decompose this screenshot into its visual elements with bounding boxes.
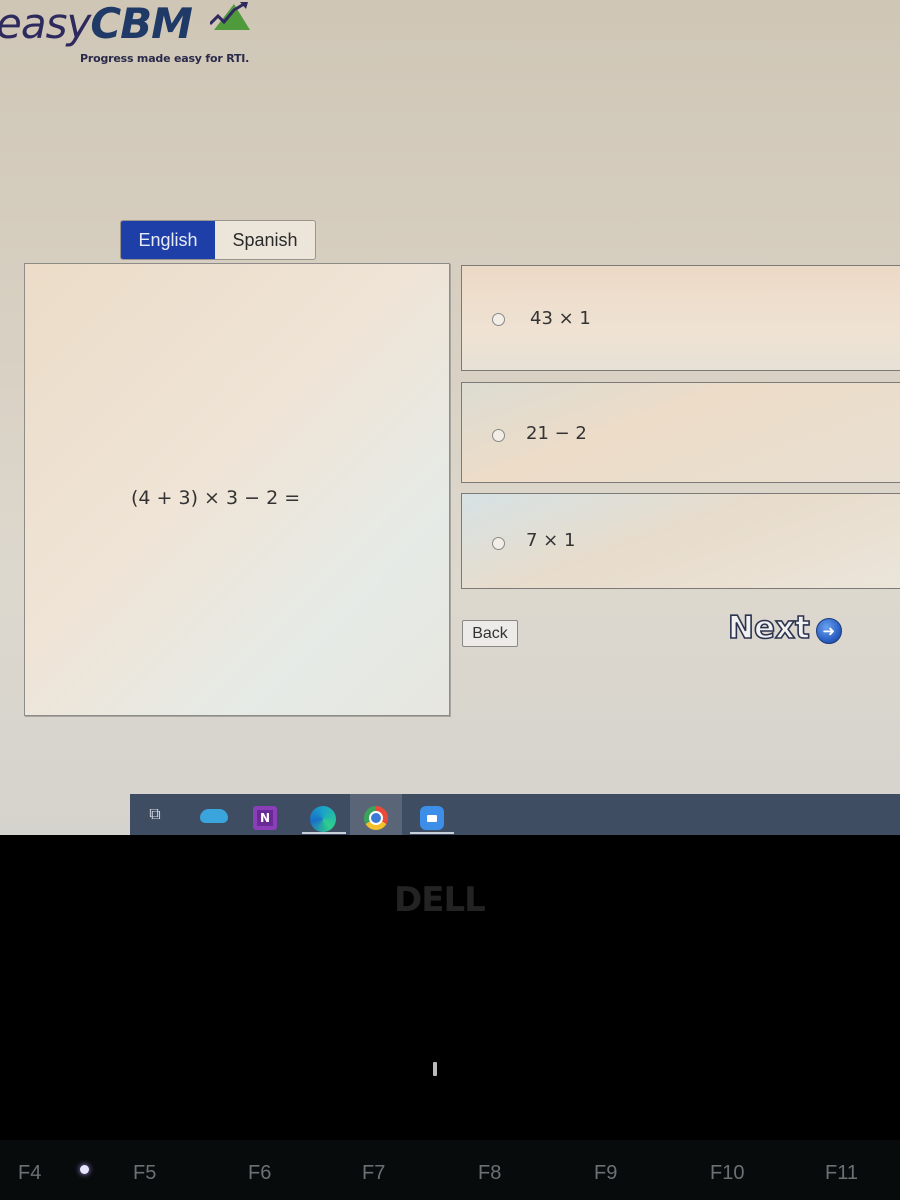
option-label: 7 × 1: [526, 530, 576, 551]
key-f6[interactable]: F6: [248, 1162, 271, 1185]
zoom-running-indicator: [410, 832, 454, 834]
onedrive-icon[interactable]: [200, 809, 228, 823]
logo-tagline: Progress made easy for RTI.: [80, 52, 250, 65]
onenote-icon[interactable]: N: [253, 806, 277, 830]
radio-button[interactable]: [492, 429, 505, 442]
key-f9[interactable]: F9: [594, 1162, 617, 1185]
arrow-right-circle-icon: ➜: [815, 618, 842, 644]
question-text: (4 + 3) × 3 − 2 =: [131, 487, 301, 509]
back-button[interactable]: Back: [462, 620, 518, 647]
option-label: 21 − 2: [526, 423, 587, 444]
radio-button[interactable]: [492, 537, 505, 550]
logo-prefix: easy: [0, 0, 91, 48]
power-indicator: [433, 1062, 437, 1076]
edge-running-indicator: [302, 832, 346, 834]
next-label: Next: [727, 609, 810, 647]
answer-option-3[interactable]: 7 × 1: [461, 493, 900, 589]
tab-english[interactable]: English: [121, 221, 215, 259]
key-f8[interactable]: F8: [478, 1162, 501, 1185]
windows-taskbar: [130, 794, 900, 835]
key-f11[interactable]: F11: [825, 1162, 858, 1185]
edge-icon[interactable]: [310, 806, 336, 832]
language-tabs: English Spanish: [120, 220, 316, 260]
chrome-icon[interactable]: [364, 806, 388, 830]
answer-option-2[interactable]: 21 − 2: [461, 382, 900, 483]
key-f4[interactable]: F4: [18, 1162, 41, 1185]
task-view-icon[interactable]: ⧉: [145, 804, 165, 824]
onenote-letter: N: [256, 810, 274, 826]
radio-button[interactable]: [492, 313, 505, 326]
answer-option-1[interactable]: 43 × 1: [461, 265, 900, 371]
key-f7[interactable]: F7: [362, 1162, 385, 1185]
screen: easyCBM Progress made easy for RTI. Engl…: [0, 0, 900, 835]
question-panel: (4 + 3) × 3 − 2 =: [24, 263, 450, 716]
mute-led-icon: [80, 1165, 89, 1174]
tab-spanish[interactable]: Spanish: [215, 221, 315, 259]
key-f10[interactable]: F10: [710, 1162, 744, 1185]
option-label: 43 × 1: [530, 308, 591, 329]
key-f5[interactable]: F5: [133, 1162, 156, 1185]
next-button[interactable]: Next ➜: [727, 609, 842, 647]
logo-chart-icon: [210, 2, 250, 30]
zoom-icon[interactable]: [420, 806, 444, 830]
dell-logo: DELL: [394, 880, 486, 920]
logo-brand: CBM: [90, 0, 193, 48]
